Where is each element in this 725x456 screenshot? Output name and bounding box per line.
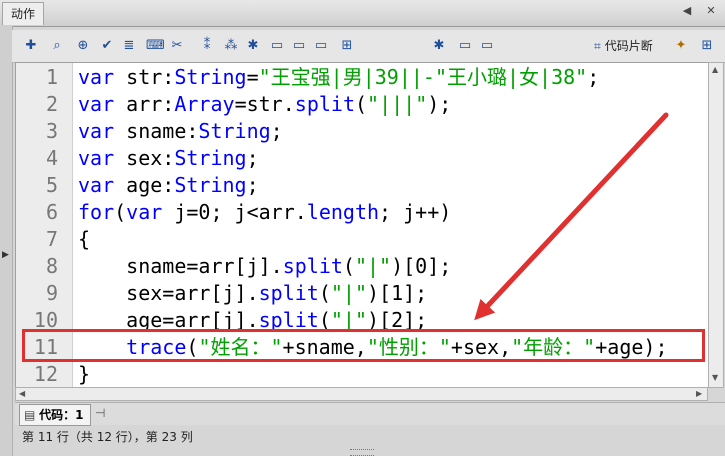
collapse-selection-icon[interactable]: ⁂ (222, 37, 240, 55)
collapse-between-braces-icon[interactable]: ⁑ (198, 37, 216, 55)
show-hide-toolbox-icon[interactable]: ⊞ (338, 37, 356, 55)
tab-actions[interactable]: 动作 (2, 2, 45, 25)
document-icon: ▤ (24, 408, 36, 422)
scroll-up-icon[interactable]: ▲ (712, 65, 718, 74)
scroll-right-icon[interactable]: ▶ (696, 389, 702, 398)
resize-grip[interactable] (350, 449, 374, 456)
tab-code-1-label: 代码：1 (39, 408, 84, 422)
script-assist-comment-icon[interactable]: ▭ (456, 37, 474, 55)
arrow-line (474, 112, 669, 321)
scroll-down-icon[interactable]: ▼ (712, 373, 718, 382)
scroll-left-icon[interactable]: ◀ (19, 389, 25, 398)
script-tabs-bar: ▤ 代码：1 ⊣ (15, 402, 725, 426)
script-assist-uncomment-icon[interactable]: ▭ (478, 37, 496, 55)
insert-target-path-icon[interactable]: ⊕ (74, 37, 92, 55)
expand-arrow-icon[interactable]: ▶ (2, 250, 9, 260)
annotation-arrow (474, 112, 669, 321)
code-snippet-icon: ⌗ (594, 39, 601, 53)
actions-toolbar: ✚ ⌕ ⊕ ✔ ≣ ⌨ ✂ ⁑ ⁂ ✱ ▭ ▭ ▭ ⊞ ✱ ▭ ▭ ⌗ 代码片断 … (12, 30, 725, 63)
apply-line-comment-icon[interactable]: ▭ (290, 37, 308, 55)
debug-options-icon[interactable]: ✂ (168, 37, 186, 55)
code-snippets-label: 代码片断 (604, 39, 653, 53)
auto-format-icon[interactable]: ≣ (120, 37, 138, 55)
panel-collapse-icon[interactable]: ◀ (680, 4, 694, 18)
check-syntax-icon[interactable]: ✔ (98, 37, 116, 55)
apply-block-comment-icon[interactable]: ▭ (268, 37, 286, 55)
script-assist-collapse-icon[interactable]: ✱ (430, 37, 448, 55)
close-icon[interactable]: ✕ (704, 4, 718, 18)
status-bar: 第 11 行（共 12 行），第 23 列 (22, 430, 193, 444)
find-icon[interactable]: ⌕ (48, 37, 66, 55)
expand-all-icon[interactable]: ✱ (244, 37, 262, 55)
help-icon[interactable]: ⊞ (698, 37, 716, 55)
panel-titlebar: 动作 ◀ ✕ (0, 0, 725, 27)
add-statement-icon[interactable]: ✚ (22, 37, 40, 55)
magic-wand-icon[interactable]: ✦ (672, 37, 690, 55)
code-editor[interactable]: 1 2 3 4 5 6 7 8 9 10 11 12 var str:Strin… (15, 62, 710, 388)
left-collapse-strip[interactable]: ▶ (0, 26, 13, 456)
code-snippets-button[interactable]: ⌗ 代码片断 (594, 37, 653, 55)
horizontal-scrollbar[interactable]: ◀ ▶ (15, 387, 708, 401)
tab-code-1[interactable]: ▤ 代码：1 (19, 404, 91, 426)
vertical-scrollbar[interactable]: ▲ ▼ (708, 62, 724, 388)
remove-comment-icon[interactable]: ▭ (312, 37, 330, 55)
code-hint-icon[interactable]: ⌨ (146, 37, 165, 55)
pin-script-icon[interactable]: ⊣ (95, 406, 105, 420)
